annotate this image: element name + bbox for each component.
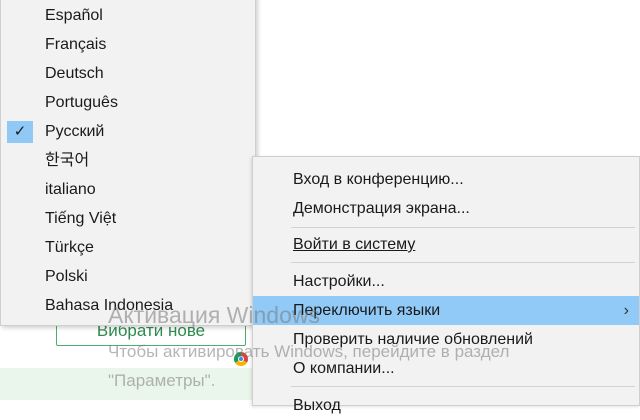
checkmark-icon: ✓ xyxy=(7,121,33,143)
menu-item-label: Выход xyxy=(293,397,341,414)
language-item-spanish[interactable]: Español xyxy=(1,1,255,30)
language-label: Português xyxy=(45,94,118,111)
menu-item-label: Вход в конференцию... xyxy=(293,171,464,188)
language-item-french[interactable]: Français xyxy=(1,30,255,59)
menu-item-exit[interactable]: Выход xyxy=(253,391,639,420)
language-label: Polski xyxy=(45,268,88,285)
language-label: Español xyxy=(45,7,103,24)
language-label: Türkçe xyxy=(45,239,94,256)
language-label: Français xyxy=(45,36,107,53)
menu-separator xyxy=(291,227,635,228)
language-label: 한국어 xyxy=(45,152,90,169)
menu-separator xyxy=(291,262,635,263)
menu-item-label: Демонстрация экрана... xyxy=(293,200,470,217)
chevron-right-icon: › xyxy=(623,302,629,319)
menu-item-label: Войти в систему xyxy=(293,236,416,253)
menu-item-screen-share[interactable]: Демонстрация экрана... xyxy=(253,194,639,223)
menu-item-join-meeting[interactable]: Вход в конференцию... xyxy=(253,165,639,194)
language-label: Bahasa Indonesia xyxy=(45,297,174,314)
language-item-german[interactable]: Deutsch xyxy=(1,59,255,88)
language-label: italiano xyxy=(45,181,96,198)
menu-item-about[interactable]: О компании... xyxy=(253,354,639,383)
language-label: Tiếng Việt xyxy=(45,210,117,227)
language-label: Русский xyxy=(45,123,105,140)
language-item-italian[interactable]: italiano xyxy=(1,175,255,204)
language-item-polish[interactable]: Polski xyxy=(1,262,255,291)
tray-context-menu: Вход в конференцию... Демонстрация экран… xyxy=(252,156,640,414)
menu-item-check-updates[interactable]: Проверить наличие обновлений xyxy=(253,325,639,354)
menu-item-label: О компании... xyxy=(293,360,395,377)
menu-item-label: Проверить наличие обновлений xyxy=(293,331,533,348)
menu-item-sign-in[interactable]: Войти в систему xyxy=(253,230,639,259)
language-submenu: Español Français Deutsch Português ✓ Рус… xyxy=(0,0,256,326)
language-item-turkish[interactable]: Türkçe xyxy=(1,233,255,262)
language-item-vietnamese[interactable]: Tiếng Việt xyxy=(1,204,255,233)
menu-item-settings[interactable]: Настройки... xyxy=(253,267,639,296)
menu-item-label: Настройки... xyxy=(293,273,385,290)
language-item-indonesian[interactable]: Bahasa Indonesia xyxy=(1,291,255,320)
language-item-korean[interactable]: 한국어 xyxy=(1,146,255,175)
menu-separator xyxy=(291,386,635,387)
language-item-russian[interactable]: ✓ Русский xyxy=(1,117,255,146)
language-item-portuguese[interactable]: Português xyxy=(1,88,255,117)
menu-item-label: Переключить языки xyxy=(293,302,441,319)
chrome-icon xyxy=(234,352,248,366)
language-label: Deutsch xyxy=(45,65,104,82)
menu-item-switch-language[interactable]: Переключить языки › xyxy=(253,296,639,325)
